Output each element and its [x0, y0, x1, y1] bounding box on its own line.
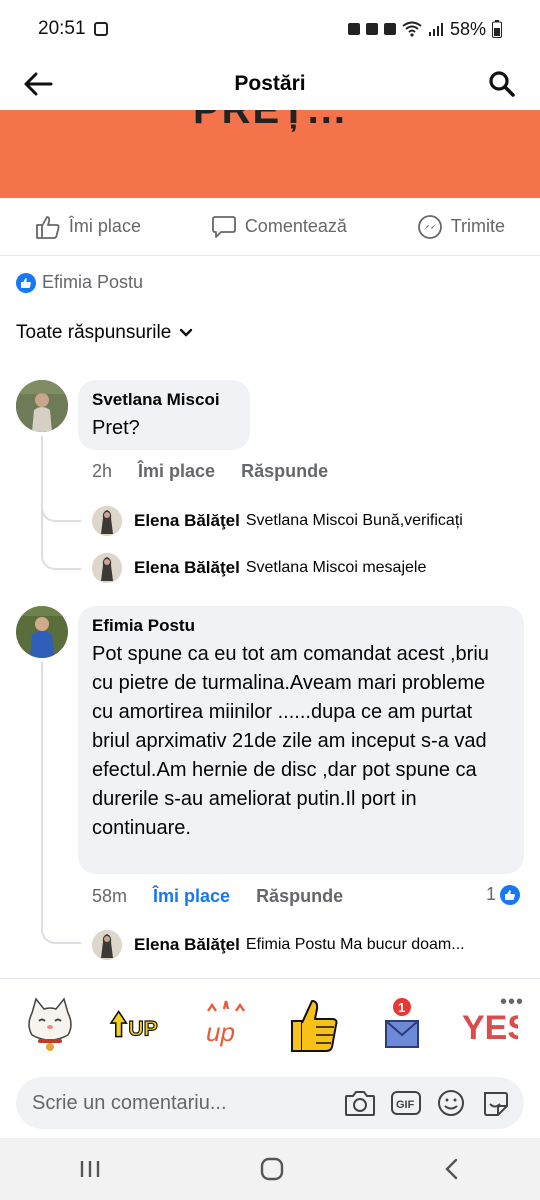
reaction-number: 1	[486, 884, 497, 904]
comment-text: Pret?	[92, 417, 140, 439]
thread-connector	[41, 502, 81, 522]
comment-author[interactable]: Efimia Postu	[92, 616, 510, 636]
comment-reply-button[interactable]: Răspunde	[241, 461, 328, 482]
post-banner[interactable]: PREȚ...	[0, 110, 540, 198]
comment-like-button[interactable]: Îmi place	[138, 461, 215, 482]
wifi-icon	[402, 21, 422, 37]
camera-icon[interactable]	[344, 1089, 376, 1117]
reply-text: Svetlana Miscoi Bună,verificați	[245, 512, 463, 529]
status-time: 20:51	[38, 18, 86, 39]
reply-author[interactable]: Elena Bălăţel	[134, 558, 240, 578]
comment-input-placeholder: Scrie un comentariu...	[32, 1091, 227, 1114]
share-label: Trimite	[450, 216, 506, 236]
reactor-name: Efimia Postu	[42, 272, 144, 292]
reply-item[interactable]: Elena Bălăţel Svetlana Miscoi mesajele	[92, 553, 426, 583]
home-icon[interactable]	[259, 1156, 285, 1182]
thread-connector	[41, 924, 81, 944]
comment-button[interactable]: Comentează	[211, 214, 347, 240]
emoji-icon[interactable]	[436, 1088, 466, 1118]
reply-item[interactable]: Elena Bălăţel Svetlana Miscoi Bună,verif…	[92, 506, 463, 536]
status-bar: 20:51 58%	[0, 0, 540, 58]
thread-connector	[41, 550, 81, 570]
comment-label: Comentează	[244, 216, 347, 236]
reaction-count[interactable]: 1	[486, 884, 521, 905]
gif-icon[interactable]: GIF	[390, 1089, 422, 1117]
comment-bubble[interactable]: Efimia Postu Pot spune ca eu tot am coma…	[78, 606, 524, 874]
search-button[interactable]	[482, 66, 522, 102]
like-reaction-icon	[500, 884, 521, 905]
system-nav-bar	[0, 1138, 540, 1200]
sticker-row: UP up 1 YES •••	[0, 978, 540, 1070]
filter-label: Toate răspunsurile	[16, 322, 172, 343]
svg-text:up: up	[206, 1017, 235, 1047]
comment-bubble[interactable]: Svetlana Miscoi Pret?	[78, 380, 250, 450]
comment-time: 2h	[92, 461, 113, 481]
thumbs-up-icon	[36, 215, 60, 239]
like-label: Îmi place	[68, 216, 141, 236]
like-button[interactable]: Îmi place	[35, 214, 141, 240]
avatar[interactable]	[92, 506, 122, 536]
more-stickers-icon[interactable]: •••	[500, 991, 524, 1014]
avatar[interactable]	[16, 606, 68, 658]
post-action-bar: Îmi place Comentează Trimite	[0, 198, 540, 256]
comment-meta: 2h Îmi place Răspunde	[92, 461, 354, 482]
comment-meta: 58m Îmi place Răspunde	[92, 886, 369, 907]
comment-input[interactable]: Scrie un comentariu... GIF	[16, 1077, 524, 1129]
up-sparkle-sticker[interactable]: up	[197, 993, 255, 1057]
reply-text: Efimia Postu Ma bucur doam...	[245, 936, 465, 953]
comment-like-button[interactable]: Îmi place	[153, 886, 230, 907]
back-nav-icon[interactable]	[442, 1157, 462, 1181]
mute-icon	[383, 23, 396, 35]
svg-text:UP: UP	[128, 1016, 158, 1040]
reply-filter-dropdown[interactable]: Toate răspunsurile	[16, 322, 193, 344]
page-title: Postări	[234, 72, 306, 95]
reply-text: Svetlana Miscoi mesajele	[245, 559, 427, 576]
notification-icon	[93, 22, 108, 36]
reply-author[interactable]: Elena Bălăţel	[134, 511, 240, 531]
back-arrow-icon	[24, 72, 53, 96]
thread-line	[41, 662, 43, 924]
search-icon	[489, 71, 515, 97]
like-reaction-icon	[16, 272, 36, 293]
svg-text:YES: YES	[462, 1009, 518, 1047]
chevron-down-icon	[180, 328, 193, 337]
comment-author[interactable]: Svetlana Miscoi	[92, 390, 236, 410]
mail-sticker[interactable]: 1	[373, 993, 431, 1057]
comment-text: Pot spune ca eu tot am comandat acest ,b…	[92, 643, 489, 839]
avatar[interactable]	[92, 553, 122, 583]
top-bar: Postări	[0, 58, 540, 110]
comment-reply-button[interactable]: Răspunde	[256, 886, 343, 907]
cat-sticker[interactable]	[21, 993, 79, 1057]
reply-item[interactable]: Elena Bălăţel Efimia Postu Ma bucur doam…	[92, 930, 465, 960]
avatar[interactable]	[92, 930, 122, 960]
svg-text:1: 1	[398, 1000, 405, 1015]
svg-text:GIF: GIF	[396, 1099, 415, 1111]
back-button[interactable]	[18, 66, 58, 102]
signal-icon	[428, 23, 443, 36]
sticker-icon[interactable]	[480, 1088, 510, 1118]
alarm-icon	[365, 23, 378, 35]
up-arrow-sticker[interactable]: UP	[109, 993, 167, 1057]
lock-icon	[347, 23, 360, 35]
battery-icon	[492, 20, 502, 38]
reply-author[interactable]: Elena Bălăţel	[134, 935, 240, 955]
messenger-icon	[417, 214, 442, 239]
thumbs-up-sticker[interactable]	[285, 993, 343, 1057]
recent-apps-icon[interactable]	[78, 1158, 102, 1180]
avatar[interactable]	[16, 380, 68, 432]
battery-percent: 58%	[449, 18, 486, 39]
thread-line	[41, 520, 43, 552]
comment-time: 58m	[92, 886, 128, 906]
reactor-line[interactable]: Efimia Postu	[16, 272, 143, 293]
share-button[interactable]: Trimite	[417, 214, 505, 240]
comment-icon	[211, 215, 236, 238]
banner-text: PREȚ...	[192, 110, 348, 132]
